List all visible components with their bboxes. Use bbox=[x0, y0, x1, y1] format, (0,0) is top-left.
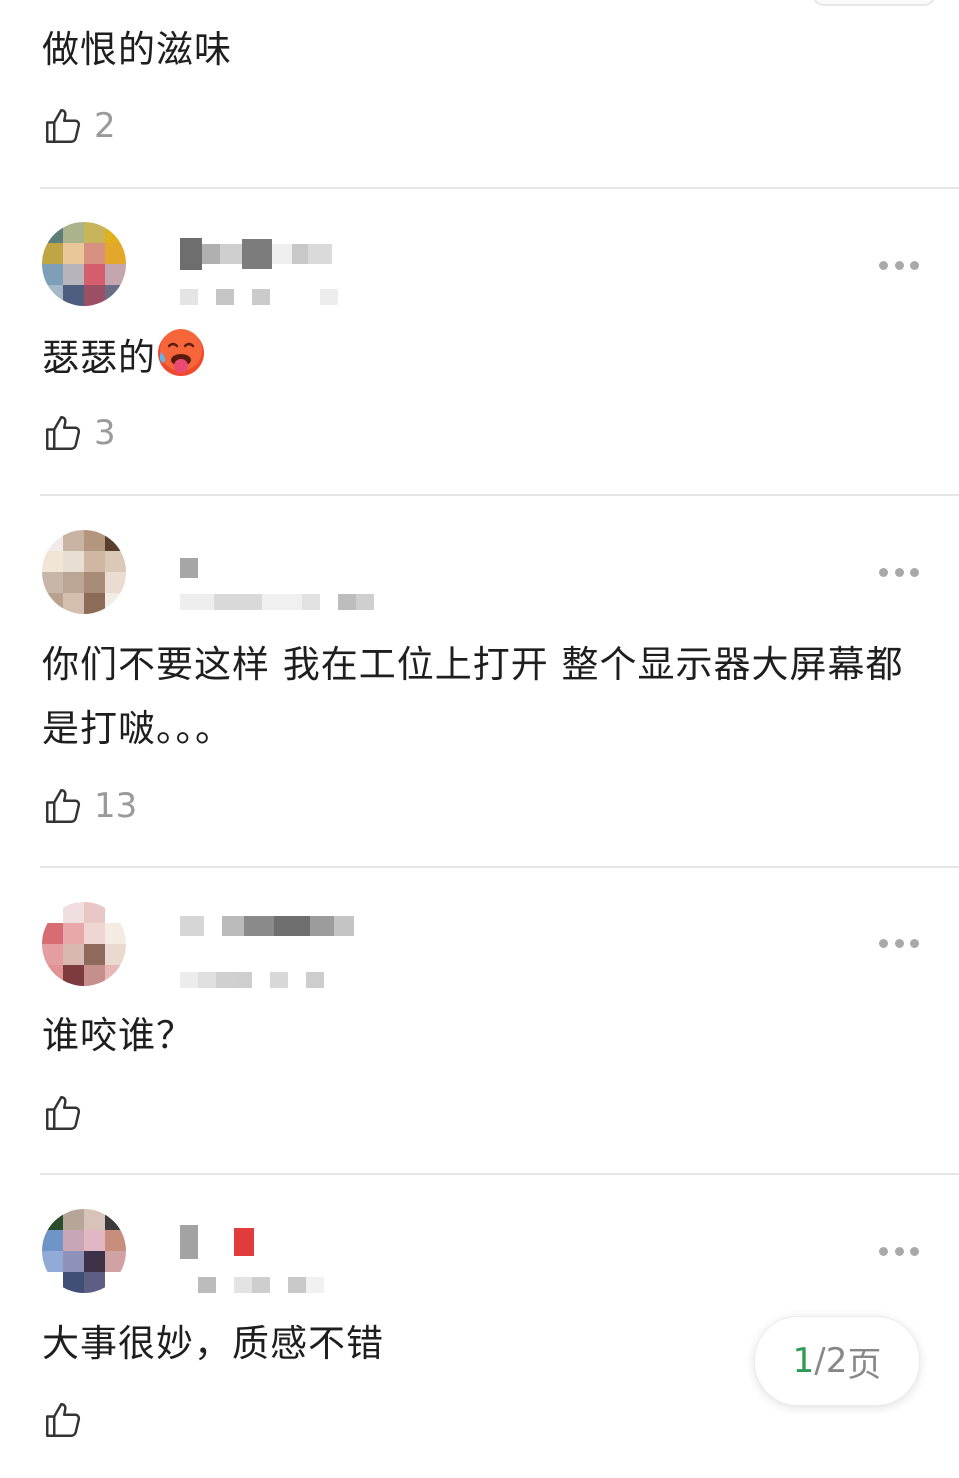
like-button[interactable]: 2 bbox=[42, 105, 116, 147]
more-dots-icon bbox=[879, 260, 888, 270]
timestamp bbox=[180, 972, 324, 988]
avatar[interactable] bbox=[42, 530, 126, 614]
comment-text: 谁咬谁？ bbox=[42, 1014, 194, 1057]
current-page-number: 1 bbox=[792, 1341, 815, 1381]
total-pages: 2 bbox=[825, 1341, 848, 1381]
like-count: 3 bbox=[94, 413, 116, 453]
username[interactable] bbox=[180, 238, 332, 270]
timestamp bbox=[180, 594, 374, 610]
like-count: 13 bbox=[94, 786, 138, 826]
thumb-up-icon bbox=[46, 789, 81, 823]
thumb-up-icon bbox=[46, 416, 81, 450]
comment-item: 瑟瑟的 3 bbox=[0, 188, 959, 496]
comment-item: 你们不要这样 我在工位上打开 整个显示器大屏幕都是打啵。。。 13 bbox=[0, 496, 959, 868]
more-options-button[interactable] bbox=[879, 562, 919, 582]
username[interactable] bbox=[180, 1225, 254, 1259]
thumb-up-icon bbox=[46, 1403, 81, 1437]
comment-text: 做恨的滋味 bbox=[42, 28, 232, 71]
comment-text: 瑟瑟的 bbox=[42, 326, 919, 390]
avatar[interactable] bbox=[42, 222, 126, 306]
timestamp bbox=[180, 1277, 324, 1293]
timestamp bbox=[180, 289, 338, 305]
like-count: 2 bbox=[94, 106, 116, 146]
comment-item: 做恨的滋味 2 bbox=[0, 0, 959, 190]
like-button[interactable]: 3 bbox=[42, 412, 116, 454]
page-unit: 页 bbox=[847, 1344, 882, 1385]
comment-text: 你们不要这样 我在工位上打开 整个显示器大屏幕都是打啵。。。 bbox=[42, 643, 904, 750]
more-dots-icon bbox=[879, 567, 888, 577]
page-separator: / bbox=[814, 1341, 826, 1381]
thumb-up-icon bbox=[46, 109, 81, 143]
avatar[interactable] bbox=[42, 902, 126, 986]
like-button[interactable] bbox=[42, 1092, 94, 1134]
comment-item: 谁咬谁？ bbox=[0, 868, 959, 1176]
more-dots-icon bbox=[879, 938, 888, 948]
more-options-button[interactable] bbox=[879, 933, 919, 953]
avatar[interactable] bbox=[42, 1209, 126, 1293]
more-options-button[interactable] bbox=[879, 1241, 919, 1261]
page-indicator-button[interactable]: 1/2 页 bbox=[754, 1316, 920, 1406]
like-button[interactable] bbox=[42, 1399, 94, 1441]
hot-face-emoji-icon bbox=[158, 329, 204, 376]
comment-text-content: 瑟瑟的 bbox=[42, 336, 156, 379]
thumb-up-icon bbox=[46, 1096, 81, 1130]
more-dots-icon bbox=[879, 1246, 888, 1256]
like-button[interactable]: 13 bbox=[42, 785, 137, 827]
more-options-button[interactable] bbox=[879, 255, 919, 275]
username[interactable] bbox=[180, 916, 354, 936]
username[interactable] bbox=[180, 558, 228, 578]
